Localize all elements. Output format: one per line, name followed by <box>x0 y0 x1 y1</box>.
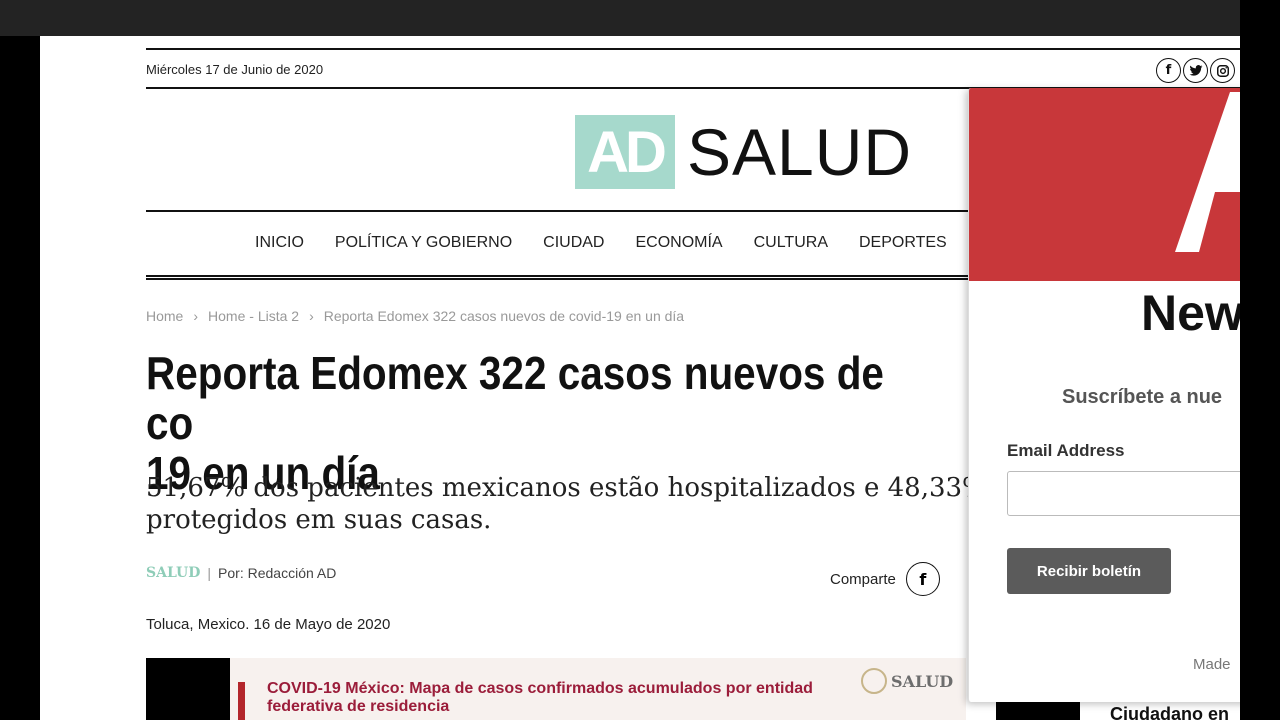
facebook-icon[interactable]: f <box>1156 58 1181 83</box>
article-meta: SALUD | Por: Redacción AD <box>146 565 336 581</box>
newsletter-popup: New Suscríbete a nue Email Address Recib… <box>968 88 1240 702</box>
seal-text: SALUD <box>891 671 954 691</box>
img-bar <box>238 682 245 720</box>
share-label: Comparte <box>830 570 896 588</box>
email-field[interactable] <box>1007 471 1240 516</box>
web-page: Miércoles 17 de Junio de 2020 f AD SALUD… <box>40 36 1240 720</box>
headline-line-1: Reporta Edomex 322 casos nuevos de co <box>146 347 884 449</box>
breadcrumb-list[interactable]: Home - Lista 2 <box>208 308 299 324</box>
article-subtitle: 51,67% dos pacientes mexicanos estão hos… <box>146 473 987 535</box>
nav-item-economia[interactable]: ECONOMÍA <box>635 234 722 252</box>
top-bar: Miércoles 17 de Junio de 2020 f <box>146 48 1240 89</box>
article-category[interactable]: SALUD <box>146 565 200 581</box>
browser-frame-left <box>0 36 40 720</box>
meta-separator: | <box>207 565 212 581</box>
article-location-date: Toluca, Mexico. 16 de Mayo de 2020 <box>146 616 391 633</box>
share-bar: Comparte f <box>830 562 940 596</box>
browser-frame-right <box>1240 0 1280 720</box>
logo-salud-text: SALUD <box>687 115 913 189</box>
seal-icon <box>861 668 887 694</box>
popup-footer: Made <box>1193 656 1231 673</box>
article-author: Por: Redacción AD <box>218 565 337 581</box>
popup-banner <box>969 88 1240 281</box>
site-logo[interactable]: AD SALUD <box>575 114 912 190</box>
header-date: Miércoles 17 de Junio de 2020 <box>146 62 324 77</box>
breadcrumb: Home › Home - Lista 2 › Reporta Edomex 3… <box>146 308 684 324</box>
nav-item-inicio[interactable]: INICIO <box>255 234 304 252</box>
logo-ad-mark: AD <box>575 115 675 189</box>
nav-item-deportes[interactable]: DEPORTES <box>859 234 947 252</box>
article-image: COVID-19 México: Mapa de casos confirmad… <box>146 658 966 720</box>
twitter-icon[interactable] <box>1183 58 1208 83</box>
header-social-links: f <box>1156 58 1235 83</box>
popup-description: Suscríbete a nue <box>1062 386 1223 408</box>
breadcrumb-current: Reporta Edomex 322 casos nuevos de covid… <box>323 308 685 324</box>
img-black <box>146 658 230 720</box>
popup-logo-icon <box>1175 92 1240 252</box>
popup-title: New <box>1141 285 1240 341</box>
breadcrumb-home[interactable]: Home <box>146 308 183 324</box>
sidebar-headline[interactable]: Ciudadano en <box>1110 704 1229 720</box>
browser-frame-top <box>0 0 1280 36</box>
subscribe-button[interactable]: Recibir boletín <box>1007 548 1171 594</box>
nav-item-ciudad[interactable]: CIUDAD <box>543 234 604 252</box>
article-image-title: COVID-19 México: Mapa de casos confirmad… <box>267 680 813 715</box>
instagram-icon[interactable] <box>1210 58 1235 83</box>
breadcrumb-separator: › <box>193 308 199 324</box>
email-label: Email Address <box>1007 441 1125 460</box>
share-facebook-icon[interactable]: f <box>905 562 940 596</box>
nav-item-cultura[interactable]: CULTURA <box>754 234 828 252</box>
salud-seal: SALUD <box>861 668 953 694</box>
nav-item-politica[interactable]: POLÍTICA Y GOBIERNO <box>335 234 512 252</box>
breadcrumb-separator: › <box>309 308 314 324</box>
